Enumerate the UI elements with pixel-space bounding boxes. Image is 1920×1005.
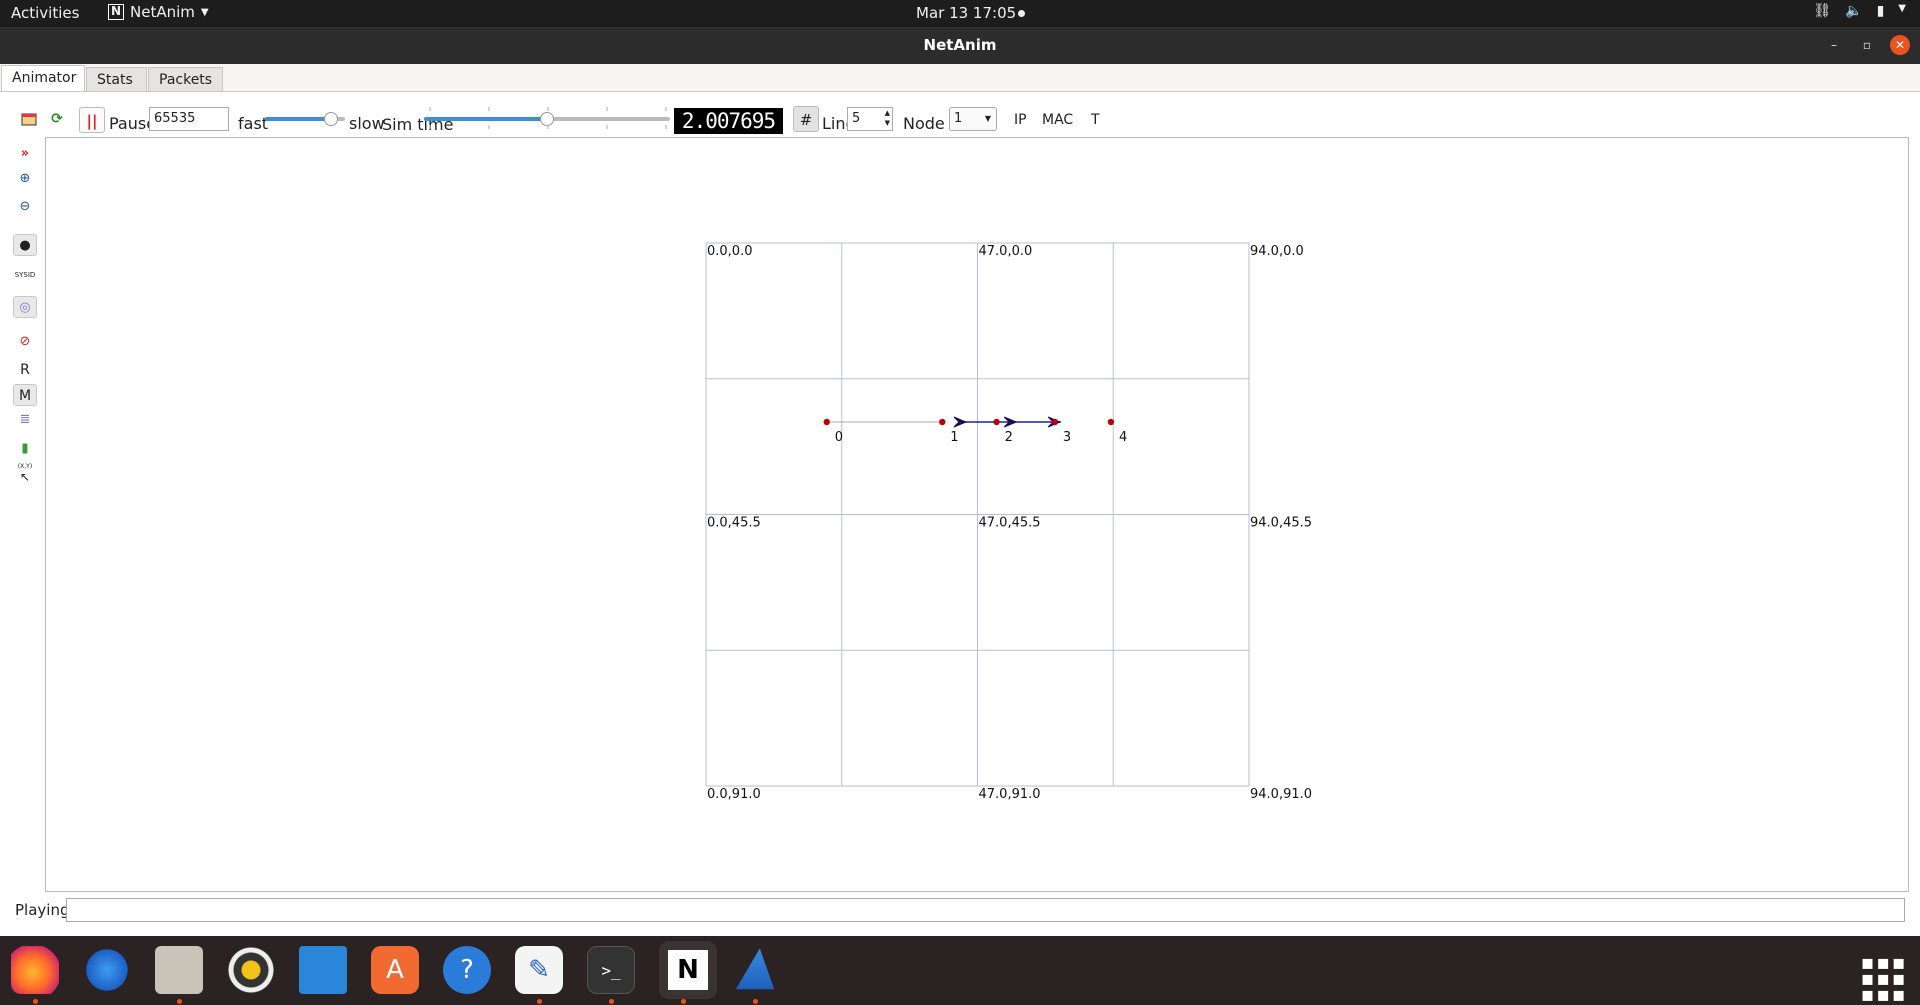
status-label: Playing [15,901,70,919]
ip-toggle-button[interactable]: IP [1014,112,1027,128]
zoom-in-icon[interactable]: ⊕ [13,168,37,190]
clock[interactable]: Mar 13 17:05 [916,4,1016,22]
xy-label: (X,Y) [17,463,33,470]
node [1107,418,1115,426]
fast-forward-icon[interactable]: » [13,143,37,165]
m-button[interactable]: M [13,384,37,406]
gnome-top-bar: Activities N NetAnim ▼ Mar 13 17:05 ⛓ 🔈 … [0,0,1920,27]
node [939,418,946,426]
running-indicator [609,999,614,1004]
running-indicator [33,999,38,1004]
chevron-down-icon: ▼ [1898,3,1906,14]
tab-bar: Animator Stats Packets [0,64,1920,93]
netanim-icon[interactable]: N [659,941,717,999]
packet-arrow [953,416,968,428]
grid-coordinate-label: 47.0,91.0 [979,787,1041,802]
node [1051,418,1059,426]
sim-time-slider-handle[interactable] [540,112,554,126]
text-editor-icon[interactable]: ✎ [515,946,563,994]
fast-label: fast [238,114,269,133]
node-label: 1 [950,430,958,445]
grid-coordinate-label: 47.0,0.0 [979,244,1033,259]
window-title-bar: NetAnim – ▫ ✕ [0,27,1920,64]
help-icon[interactable]: ? [443,946,491,994]
lines-icon[interactable]: ≣ [13,409,37,431]
node-label: 0 [835,430,843,445]
network-icon: ⛓ [1813,3,1832,19]
battery-icon[interactable]: ▮ [13,438,37,460]
sim-time-display: 2.007695 16 [674,108,783,159]
tab-animator[interactable]: Animator [1,65,85,93]
node-label: 3 [1063,430,1071,445]
maximize-button[interactable]: ▫ [1857,35,1877,55]
running-indicator [753,999,758,1004]
grid-coordinate-label: 47.0,45.5 [979,516,1041,531]
minimize-button[interactable]: – [1824,35,1844,55]
node [823,418,830,426]
rhythmbox-icon[interactable] [227,946,275,994]
t-toggle-button[interactable]: T [1091,112,1100,128]
animation-canvas[interactable]: 0.0,0.0 47.0,0.0 94.0,0.0 0.0,45.5 47.0,45.5… [45,137,1909,892]
thunderbird-icon[interactable] [83,946,131,994]
grid-coordinate-label: 94.0,91.0 [1250,787,1312,802]
node-size-value: 1 [954,111,963,126]
show-apps-grid-icon[interactable]: ▪▪▪ ▪▪▪ ▪▪▪ [1860,946,1908,1004]
slow-label: slow [349,114,385,133]
speed-slider-handle[interactable] [323,112,338,126]
battery-icon: ▮ [1876,3,1885,19]
running-indicator [537,999,542,1004]
r-button[interactable]: R [13,359,37,381]
node [993,418,1000,426]
grid-coordinate-label: 94.0,0.0 [1250,244,1304,259]
topology-view: 0.0,0.0 47.0,0.0 94.0,0.0 0.0,45.5 47.0,45.5… [705,242,1312,802]
app-menu-label: NetAnim [130,3,195,21]
spin-arrows-icon[interactable]: ▲ ▼ [885,108,890,128]
firefox-icon[interactable] [11,946,59,994]
grid-toggle-button[interactable]: # [793,106,819,132]
volume-icon: 🔈 [1845,3,1863,19]
pause-at-input[interactable]: 65535 [149,107,229,131]
notification-dot-icon [1018,10,1025,17]
activities-button[interactable]: Activities [11,4,79,22]
grid-coordinate-label: 0.0,91.0 [707,787,761,802]
close-button[interactable]: ✕ [1890,35,1910,55]
system-tray[interactable]: ⛓ 🔈 ▮ ▼ [1813,3,1906,19]
running-indicator [177,999,182,1004]
node-description-icon[interactable]: ● [13,234,37,256]
node-size-select[interactable]: 1 ▼ [949,107,997,131]
tab-stats[interactable]: Stats [86,67,147,93]
pause-button[interactable]: || [79,107,105,133]
grid-coordinate-label: 0.0,45.5 [707,516,761,531]
files-icon[interactable] [155,946,203,994]
node-label: 4 [1119,430,1127,445]
no-entry-icon[interactable]: ⊘ [13,331,37,353]
software-icon[interactable]: A [371,946,419,994]
reload-icon[interactable]: ⟳ [44,106,70,132]
lines-spinbox[interactable]: 5 ▲ ▼ [847,107,893,131]
grid-coordinate-label: 94.0,45.5 [1250,516,1312,531]
dock: A ? ✎ >_ N ▪▪▪ ▪▪▪ ▪▪▪ [0,936,1920,1005]
app-menu[interactable]: N NetAnim ▼ [108,3,209,21]
tab-packets[interactable]: Packets [148,67,223,93]
lines-value: 5 [852,111,861,126]
chevron-down-icon: ▼ [984,114,991,123]
node-label: 2 [1005,430,1013,445]
wireless-circles-icon[interactable]: ◎ [13,296,37,318]
running-indicator [681,999,686,1004]
open-file-icon[interactable] [16,106,42,132]
status-field [66,898,1905,922]
window-title: NetAnim [923,36,997,54]
netanim-logo-icon: N [108,4,124,20]
terminal-icon[interactable]: >_ [587,946,635,994]
wireshark-icon[interactable] [735,948,775,990]
sysid-icon[interactable]: SYSID [13,264,37,286]
mac-toggle-button[interactable]: MAC [1042,112,1073,128]
zoom-out-icon[interactable]: ⊖ [13,196,37,218]
chevron-down-icon: ▼ [200,6,209,18]
grid-coordinate-label: 0.0,0.0 [707,244,752,259]
writer-icon[interactable] [299,946,347,994]
mouse-position-icon[interactable]: (X,Y) ↖ [13,462,37,484]
